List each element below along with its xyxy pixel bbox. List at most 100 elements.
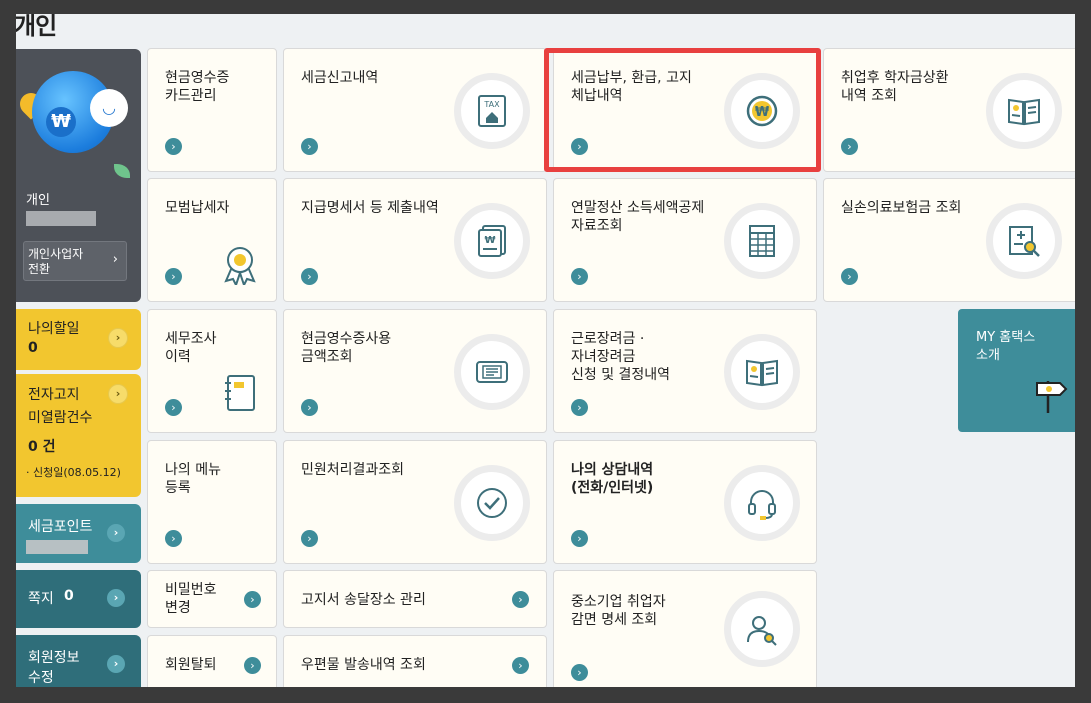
notebook-icon	[225, 375, 255, 411]
tile-sme-employee-reduction[interactable]: 중소기업 취업자 감면 명세 조회 ›	[553, 570, 817, 687]
chevron-right-icon: ›	[301, 530, 318, 547]
sidebar-item-e-notice[interactable]: 전자고지 미열람건수 0 건 · 신청일(08.05.12) ›	[16, 374, 141, 497]
switch-business-button[interactable]: 개인사업자 전환 ›	[23, 241, 127, 281]
chevron-right-icon: ›	[571, 399, 588, 416]
chevron-right-icon: ›	[841, 138, 858, 155]
tile-year-end-settlement[interactable]: 연말정산 소득세액공제 자료조회 ›	[553, 178, 817, 302]
notice-label-2: 미열람건수	[28, 410, 93, 426]
notice-label-1: 전자고지	[28, 387, 80, 403]
chevron-right-icon: ›	[301, 268, 318, 285]
tile-label: 나의 상담내역 (전화/인터넷)	[571, 462, 654, 496]
tile-label: 비밀번호 변경	[165, 582, 217, 616]
signpost-icon	[1036, 381, 1068, 413]
tile-mail-history[interactable]: 우편물 발송내역 조회 ›	[283, 635, 547, 687]
page-title: 개인	[16, 14, 57, 40]
chevron-right-icon: ›	[512, 657, 529, 674]
todo-count: 0	[28, 340, 38, 356]
tile-civil-result[interactable]: 민원처리결과조회 ›	[283, 440, 547, 564]
tile-tax-audit-history[interactable]: 세무조사 이력 ›	[147, 309, 277, 433]
chevron-right-icon: ›	[165, 530, 182, 547]
tile-label: 우편물 발송내역 조회	[301, 657, 426, 673]
notice-count: 0 건	[28, 439, 56, 455]
tile-label: 실손의료보험금 조회	[841, 200, 962, 216]
profile-name: 개인	[26, 193, 50, 208]
sidebar-item-tax-points[interactable]: 세금포인트 ›	[16, 504, 141, 563]
won-coin-icon: ₩	[46, 107, 76, 137]
tile-label: 취업후 학자금상환 내역 조회	[841, 70, 949, 104]
tile-label: 현금영수증사용 금액조회	[301, 331, 392, 365]
sidebar-item-member-info[interactable]: 회원정보 수정 ›	[16, 635, 141, 687]
chevron-right-icon: ›	[571, 268, 588, 285]
spreadsheet-icon	[724, 203, 800, 279]
profile-card: ₩ ◡ 개인 개인사업자 전환 ›	[16, 49, 141, 302]
tile-model-taxpayer[interactable]: 모범납세자 ›	[147, 178, 277, 302]
chevron-right-icon: ›	[107, 655, 125, 673]
chevron-right-icon: ›	[107, 589, 125, 607]
headset-icon	[724, 465, 800, 541]
tile-withdraw-membership[interactable]: 회원탈퇴 ›	[147, 635, 277, 687]
profile-user-masked	[26, 211, 96, 226]
mytax-label: MY 홈택스 소개	[976, 330, 1036, 363]
chevron-right-icon: ›	[244, 657, 261, 674]
chevron-right-icon: ›	[301, 399, 318, 416]
tile-notice-address[interactable]: 고지서 송달장소 관리 ›	[283, 570, 547, 628]
tile-label: 고지서 송달장소 관리	[301, 592, 426, 608]
tile-my-menu[interactable]: 나의 메뉴 등록 ›	[147, 440, 277, 564]
chevron-right-icon: ›	[301, 138, 318, 155]
tax-document-icon: TAX	[454, 73, 530, 149]
book-icon	[986, 73, 1062, 149]
tile-cash-receipt-card[interactable]: 현금영수증 카드관리 ›	[147, 48, 277, 172]
tile-label: 회원탈퇴	[165, 657, 217, 673]
tile-label: 세무조사 이력	[165, 331, 217, 365]
chevron-right-icon: ›	[165, 268, 182, 285]
tile-earned-income-credit[interactable]: 근로장려금 · 자녀장려금 신청 및 결정내역 ›	[553, 309, 817, 433]
svg-text:₩: ₩	[484, 235, 495, 246]
chevron-right-icon: ›	[108, 384, 128, 404]
chevron-right-icon: ›	[571, 530, 588, 547]
tax-points-label: 세금포인트	[28, 519, 93, 535]
tile-label: 지급명세서 등 제출내역	[301, 200, 439, 216]
check-circle-icon	[454, 465, 530, 541]
switch-label-line2: 전환	[28, 262, 51, 276]
notice-date: · 신청일(08.05.12)	[26, 466, 121, 479]
tile-label: 민원처리결과조회	[301, 462, 405, 478]
won-document-icon: ₩	[454, 203, 530, 279]
my-hometax-intro[interactable]: MY 홈택스 소개	[958, 309, 1075, 432]
chevron-right-icon: ›	[165, 399, 182, 416]
tile-label: 모범납세자	[165, 200, 230, 216]
tile-student-loan[interactable]: 취업후 학자금상환 내역 조회 ›	[823, 48, 1075, 172]
member-label-2: 수정	[28, 670, 54, 686]
leaf-icon	[114, 164, 130, 178]
tile-cash-receipt-usage[interactable]: 현금영수증사용 금액조회 ›	[283, 309, 547, 433]
switch-label-line1: 개인사업자	[28, 247, 84, 261]
receipt-icon	[454, 334, 530, 410]
tile-label: 세금신고내역	[301, 70, 379, 86]
tile-label: 현금영수증 카드관리	[165, 70, 230, 104]
sidebar-item-messages[interactable]: 쪽지 0 ›	[16, 570, 141, 628]
chevron-right-icon: ›	[841, 268, 858, 285]
tile-label: 중소기업 취업자 감면 명세 조회	[571, 594, 666, 628]
messages-label: 쪽지	[28, 591, 54, 607]
tile-label: 나의 메뉴 등록	[165, 462, 221, 496]
tile-payment-statement[interactable]: 지급명세서 등 제출내역 ₩ ›	[283, 178, 547, 302]
tile-medical-insurance[interactable]: 실손의료보험금 조회 ›	[823, 178, 1075, 302]
member-label-1: 회원정보	[28, 650, 80, 666]
messages-count: 0	[64, 588, 74, 604]
todo-label: 나의할일	[28, 321, 80, 337]
chevron-right-icon: ›	[571, 664, 588, 681]
user-search-icon	[724, 591, 800, 667]
open-book-icon	[724, 334, 800, 410]
tile-change-password[interactable]: 비밀번호 변경 ›	[147, 570, 277, 628]
tax-points-masked	[26, 540, 88, 554]
sidebar-item-todo[interactable]: 나의할일 0 ›	[16, 309, 141, 370]
smile-bubble-icon: ◡	[90, 89, 128, 127]
chevron-right-icon: ›	[165, 138, 182, 155]
chevron-right-icon: ›	[112, 252, 118, 267]
tile-label: 연말정산 소득세액공제 자료조회	[571, 200, 705, 234]
tile-consultation-history[interactable]: 나의 상담내역 (전화/인터넷) ›	[553, 440, 817, 564]
medical-search-icon	[986, 203, 1062, 279]
highlight-frame	[544, 48, 821, 172]
tile-tax-report-history[interactable]: 세금신고내역 TAX ›	[283, 48, 547, 172]
app-window: 개인 ₩ ◡ 개인 개인사업자 전환 › 나의할일 0 › 전자고지 미열람건수…	[16, 14, 1075, 687]
tile-label: 근로장려금 · 자녀장려금 신청 및 결정내역	[571, 331, 671, 383]
